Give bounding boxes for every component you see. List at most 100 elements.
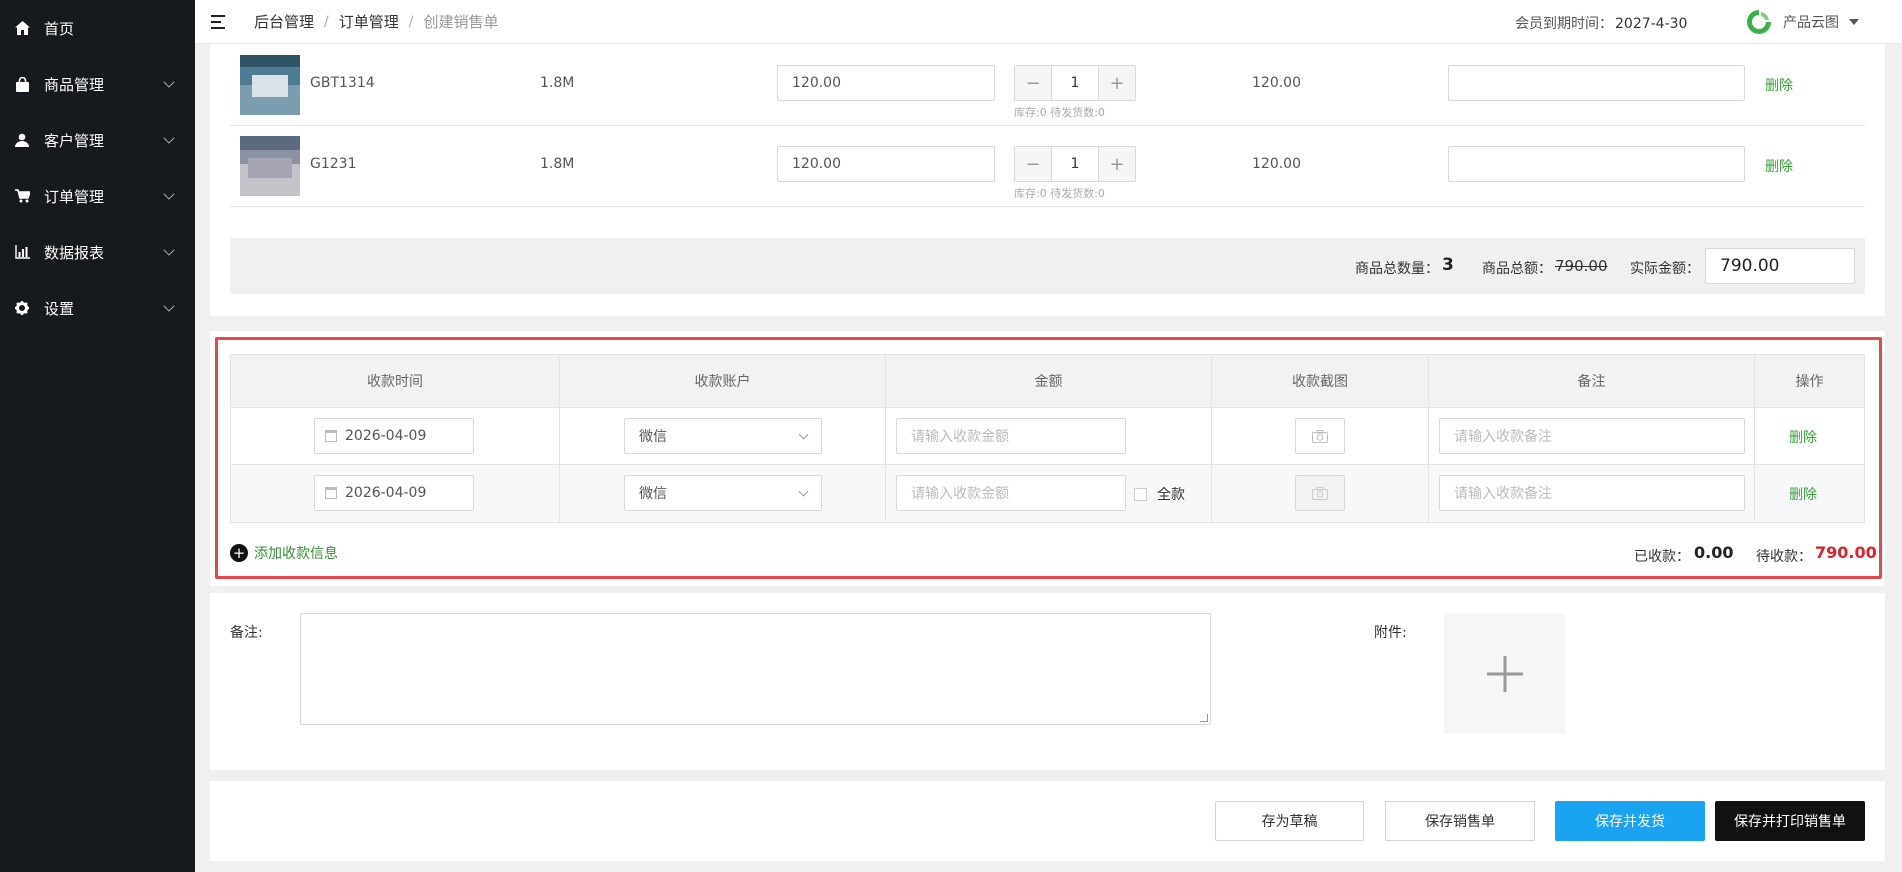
product-row: GBT1314 1.8M 120.00 − 1 + 库存:0 待发货数:0 12… (230, 45, 1865, 126)
save-order-button[interactable]: 保存销售单 (1385, 801, 1535, 841)
attachment-upload-button[interactable] (1444, 613, 1565, 734)
sidebar-item-customers[interactable]: 客户管理 (0, 112, 195, 168)
price-input[interactable]: 120.00 (777, 65, 995, 101)
brand-menu[interactable]: 产品云图 (1745, 8, 1859, 36)
full-payment-checkbox[interactable]: 全款 (1134, 484, 1185, 504)
payment-note-input[interactable]: 请输入收款备注 (1439, 475, 1745, 511)
camera-icon (1312, 429, 1328, 443)
payment-date-input[interactable]: 2026-04-09 (314, 475, 474, 511)
resize-handle-icon[interactable] (1200, 714, 1208, 722)
payment-date-value: 2026-04-09 (345, 428, 427, 444)
column-header: 收款截图 (1211, 354, 1429, 408)
attachment-label: 附件: (1374, 625, 1407, 641)
sidebar-item-home[interactable]: 首页 (0, 0, 195, 56)
save-and-ship-button[interactable]: 保存并发货 (1555, 801, 1705, 841)
plus-icon (1486, 655, 1523, 692)
column-header: 收款账户 (559, 354, 886, 408)
save-and-print-button[interactable]: 保存并打印销售单 (1715, 801, 1865, 841)
full-payment-label: 全款 (1157, 487, 1185, 503)
increment-button[interactable]: + (1099, 147, 1135, 181)
quantity-input[interactable]: 1 (1051, 66, 1099, 100)
line-total: 120.00 (1252, 75, 1301, 91)
product-spec: 1.8M (540, 75, 575, 91)
sidebar-item-label: 商品管理 (44, 75, 105, 94)
column-header: 操作 (1754, 354, 1865, 408)
chevron-down-icon (798, 486, 809, 497)
calendar-icon (325, 430, 337, 442)
payment-account-select[interactable]: 微信 (624, 475, 822, 511)
brand-name: 产品云图 (1783, 15, 1839, 31)
add-payment-button[interactable]: + 添加收款信息 (230, 543, 338, 563)
total-qty-value: 3 (1442, 255, 1454, 275)
payment-note-input[interactable]: 请输入收款备注 (1439, 418, 1745, 454)
delete-payment-link[interactable]: 删除 (1789, 484, 1817, 504)
note-label: 备注: (230, 625, 263, 641)
product-spec: 1.8M (540, 156, 575, 172)
sidebar-item-label: 订单管理 (44, 187, 105, 206)
add-payment-label: 添加收款信息 (254, 546, 338, 562)
calendar-icon (325, 487, 337, 499)
product-code: G1231 (310, 156, 357, 172)
screenshot-upload-button[interactable] (1295, 418, 1345, 454)
sidebar-item-settings[interactable]: 设置 (0, 280, 195, 336)
payment-amount-input[interactable]: 请输入收款金额 (896, 418, 1126, 454)
breadcrumb-current: 创建销售单 (423, 13, 499, 31)
chart-icon (14, 244, 30, 260)
decrement-button[interactable]: − (1015, 66, 1051, 100)
menu-toggle-icon[interactable] (211, 14, 229, 29)
membership-expiry: 会员到期时间： 2027-4-30 (1515, 13, 1687, 33)
top-header: 后台管理 / 订单管理 / 创建销售单 会员到期时间： 2027-4-30 产品云… (195, 0, 1902, 44)
payment-account-value: 微信 (639, 486, 667, 502)
increment-button[interactable]: + (1099, 66, 1135, 100)
payment-amount-input[interactable]: 请输入收款金额 (896, 475, 1126, 511)
sidebar-item-label: 首页 (44, 19, 75, 38)
breadcrumb-item[interactable]: 订单管理 (339, 11, 399, 32)
payment-date-input[interactable]: 2026-04-09 (314, 418, 474, 454)
delete-payment-link[interactable]: 删除 (1789, 427, 1817, 447)
save-draft-button[interactable]: 存为草稿 (1215, 801, 1364, 841)
chevron-down-icon (798, 429, 809, 440)
product-thumbnail (240, 55, 300, 115)
total-amount-value: 790.00 (1555, 257, 1608, 275)
membership-date: 2027-4-30 (1615, 16, 1688, 32)
home-icon (14, 20, 30, 36)
membership-label: 会员到期时间： (1515, 16, 1613, 32)
column-header: 金额 (885, 354, 1212, 408)
stock-info: 库存:0 待发货数:0 (1014, 187, 1105, 200)
quantity-input[interactable]: 1 (1051, 147, 1099, 181)
paid-value: 0.00 (1694, 543, 1734, 562)
column-header: 备注 (1428, 354, 1755, 408)
breadcrumb-separator: / (324, 13, 329, 30)
chevron-down-icon (163, 300, 175, 312)
delete-product-link[interactable]: 删除 (1765, 75, 1793, 95)
sidebar-item-products[interactable]: 商品管理 (0, 56, 195, 112)
breadcrumb-item[interactable]: 后台管理 (254, 11, 314, 32)
actual-amount-input[interactable]: 790.00 (1705, 248, 1855, 284)
camera-icon (1312, 486, 1328, 500)
column-header: 收款时间 (230, 354, 560, 408)
price-input[interactable]: 120.00 (777, 146, 995, 182)
order-summary: 商品总数量： 3 商品总额： 790.00 实际金额： 790.00 (230, 238, 1865, 294)
bag-icon (14, 76, 30, 92)
screenshot-upload-button[interactable] (1295, 475, 1345, 511)
payment-date-value: 2026-04-09 (345, 485, 427, 501)
payment-account-select[interactable]: 微信 (624, 418, 822, 454)
decrement-button[interactable]: − (1015, 147, 1051, 181)
actual-amount-label: 实际金额： (1630, 261, 1700, 277)
checkbox-box[interactable] (1134, 487, 1147, 501)
delete-product-link[interactable]: 删除 (1765, 156, 1793, 176)
breadcrumb-separator: / (408, 13, 414, 30)
sidebar: 首页 商品管理 客户管理 订单管理 数据报表 设置 (0, 0, 195, 872)
chevron-down-icon (163, 132, 175, 144)
payment-account-value: 微信 (639, 429, 667, 445)
total-qty-label: 商品总数量： (1355, 261, 1439, 277)
breadcrumb: 后台管理 / 订单管理 / 创建销售单 (254, 11, 498, 32)
order-note-textarea[interactable] (300, 613, 1211, 725)
sidebar-item-label: 设置 (44, 299, 75, 318)
line-note-input[interactable] (1448, 146, 1745, 182)
line-total: 120.00 (1252, 156, 1301, 172)
line-note-input[interactable] (1448, 65, 1745, 101)
sidebar-item-orders[interactable]: 订单管理 (0, 168, 195, 224)
sidebar-item-reports[interactable]: 数据报表 (0, 224, 195, 280)
product-thumbnail (240, 136, 300, 196)
